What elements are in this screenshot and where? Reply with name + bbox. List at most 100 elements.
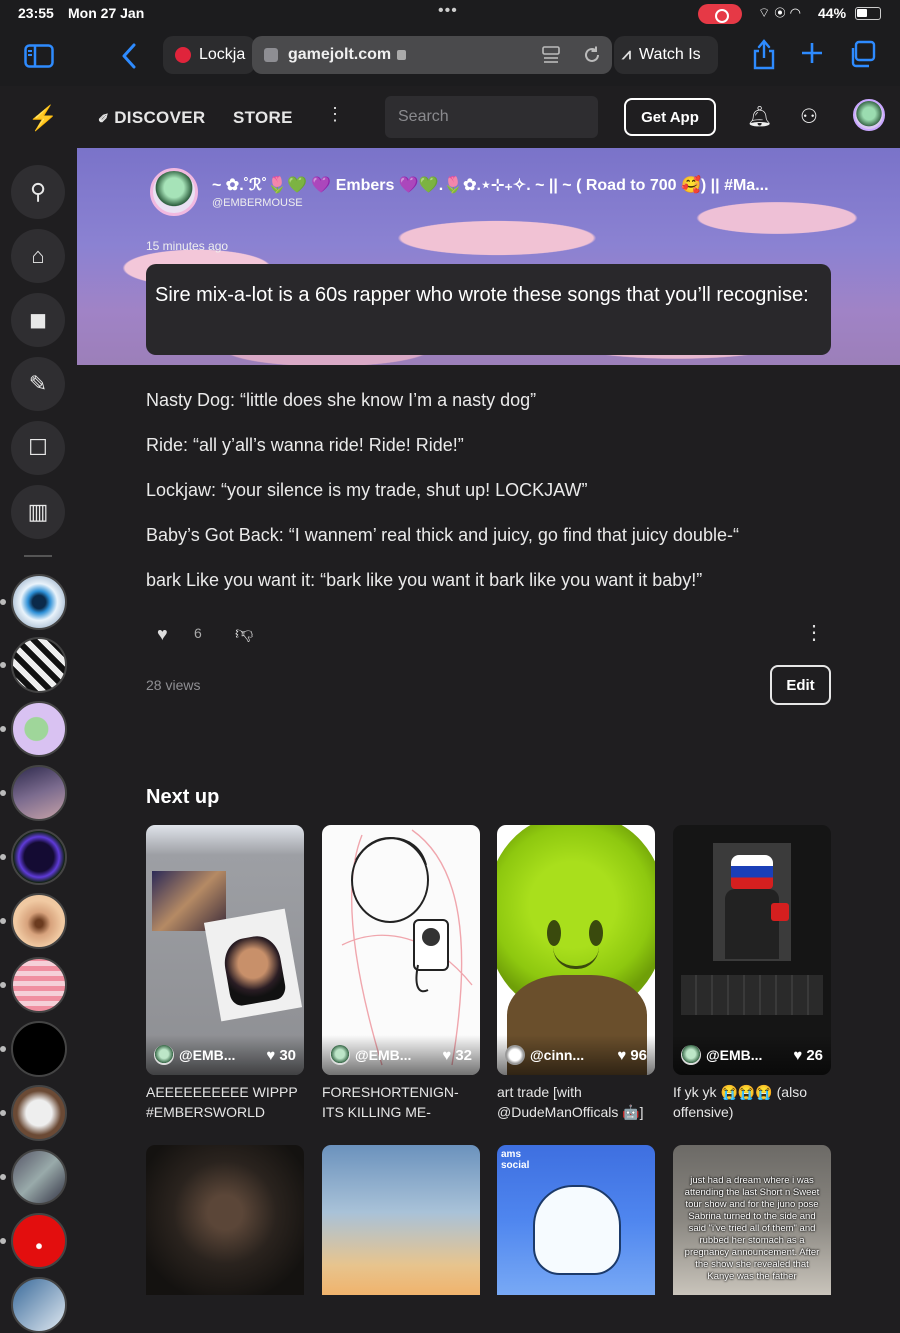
next-up-card[interactable]: [322, 1145, 480, 1295]
sidebar-item-create[interactable]: ✎: [11, 357, 65, 411]
post-lead: Sire mix-a-lot is a 60s rapper who wrote…: [146, 264, 831, 355]
next-up-card[interactable]: @EMB... ♥ 26: [673, 825, 831, 1075]
card-username[interactable]: @EMB...: [355, 1047, 417, 1063]
bell-icon[interactable]: 🔔︎: [747, 104, 772, 129]
sidebar-item-inventory[interactable]: ◼: [11, 293, 65, 347]
post-line: Lockjaw: “your silence is my trade, shut…: [146, 480, 588, 500]
community-avatar[interactable]: [11, 1277, 67, 1333]
unread-dot: [0, 1046, 6, 1052]
people-icon[interactable]: ⚇: [800, 104, 818, 129]
nav-discover[interactable]: ✐ DISCOVER: [98, 108, 205, 128]
thumbnail: [771, 903, 789, 921]
screen-record-icon[interactable]: [698, 4, 742, 24]
dislike-icon[interactable]: 👎︎: [235, 622, 253, 644]
plus-icon[interactable]: [801, 42, 823, 64]
next-up-card[interactable]: @cinn... ♥ 96: [497, 825, 655, 1075]
compass-icon: ✐: [98, 111, 110, 126]
post-line: Ride: “all y’all’s wanna ride! Ride! Rid…: [146, 435, 464, 455]
battery-icon: [855, 7, 881, 20]
post-line: Nasty Dog: “little does she know I’m a n…: [146, 390, 537, 410]
reader-icon[interactable]: [542, 46, 560, 64]
thumbnail: [547, 920, 561, 946]
next-up-card[interactable]: [146, 1145, 304, 1295]
card-like-count: 30: [279, 1046, 296, 1064]
post-body: Nasty Dog: “little does she know I’m a n…: [146, 388, 846, 613]
tab-lockjaw[interactable]: Lockja: [163, 36, 255, 74]
next-up-card[interactable]: @EMB... ♥ 30: [146, 825, 304, 1075]
site-header: ⚡ ✐ DISCOVER STORE ⋮ Get App 🔔︎ ⚇: [0, 86, 900, 148]
heart-icon: ♥: [617, 1046, 627, 1064]
get-app-button[interactable]: Get App: [624, 98, 716, 136]
address-bar-url[interactable]: gamejolt.com: [288, 46, 391, 64]
browser-toolbar: Lockja gamejolt.com ⩘ Watch Is: [0, 28, 900, 86]
nav-discover-label: DISCOVER: [114, 108, 206, 127]
card-username[interactable]: @cinn...: [530, 1047, 592, 1063]
more-icon[interactable]: ⋮: [804, 620, 824, 645]
unread-dot: [0, 1238, 6, 1244]
community-avatar[interactable]: [11, 574, 67, 630]
post-author-handle[interactable]: @EMBERMOUSE: [212, 197, 303, 209]
card-caption[interactable]: If yk yk 😭😭😭 (also offensive): [673, 1082, 833, 1122]
sidebar-item-store[interactable]: ⌂: [11, 229, 65, 283]
next-up-card[interactable]: ams social: [497, 1145, 655, 1295]
community-avatar[interactable]: [11, 701, 67, 757]
heart-icon[interactable]: ♥: [157, 624, 168, 645]
card-meta: @cinn... ♥ 96: [497, 1035, 655, 1075]
avatar: [330, 1045, 350, 1065]
kebab-menu-icon[interactable]: ⋮: [326, 104, 344, 125]
avatar: [681, 1045, 701, 1065]
community-avatar[interactable]: [11, 1085, 67, 1141]
status-date: Mon 27 Jan: [68, 5, 145, 21]
unread-dot: [0, 790, 6, 796]
avatar[interactable]: [150, 168, 198, 216]
card-username[interactable]: @EMB...: [179, 1047, 241, 1063]
community-avatar[interactable]: [11, 957, 67, 1013]
tab-gamejolt[interactable]: gamejolt.com: [252, 36, 612, 74]
bolt-icon[interactable]: ⚡: [28, 104, 58, 133]
unread-dot: [0, 918, 6, 924]
sidebar-item-library[interactable]: ▥: [11, 485, 65, 539]
share-icon[interactable]: [752, 38, 776, 70]
community-avatar[interactable]: [11, 765, 67, 821]
multitask-dots[interactable]: •••: [438, 2, 458, 20]
thumbnail: [533, 1185, 621, 1275]
community-avatar[interactable]: [11, 893, 67, 949]
heart-icon: ♥: [442, 1046, 452, 1064]
next-up-card[interactable]: @EMB... ♥ 32: [322, 825, 480, 1075]
unread-dot: [0, 1110, 6, 1116]
avatar[interactable]: [853, 99, 885, 131]
sidebar-item-activity[interactable]: ⚲: [11, 165, 65, 219]
community-avatar[interactable]: [11, 1021, 67, 1077]
view-count: 28 views: [146, 677, 201, 693]
search-input[interactable]: [385, 96, 598, 138]
thumbnail: [731, 855, 773, 889]
community-avatar[interactable]: [11, 637, 67, 693]
post-author-name[interactable]: ~ ✿.˚ℛ˚🌷💚 💜 Embers 💜💚.🌷✿.⋆⊹₊✧. ~ || ~ ( …: [212, 175, 812, 195]
sidebar-item-chat[interactable]: ☐: [11, 421, 65, 475]
next-up-card[interactable]: just had a dream where i was attending t…: [673, 1145, 831, 1295]
unread-dot: [0, 599, 6, 605]
close-tab-icon[interactable]: [264, 48, 278, 62]
card-username[interactable]: @EMB...: [706, 1047, 768, 1063]
user-activity-icon: ⚲: [29, 179, 47, 204]
edit-button[interactable]: Edit: [770, 665, 831, 705]
card-caption[interactable]: AEEEEEEEEEE WIPPP #EMBERSWORLD: [146, 1082, 306, 1122]
sidebar-icon[interactable]: [24, 44, 54, 68]
community-avatar[interactable]: [11, 1213, 67, 1269]
card-caption[interactable]: art trade [with @DudeManOfficals 🤖]: [497, 1082, 657, 1122]
reload-icon[interactable]: [582, 45, 602, 65]
back-icon[interactable]: [120, 42, 138, 70]
card-meta: @EMB... ♥ 30: [146, 1035, 304, 1075]
tab-watch[interactable]: ⩘ Watch Is: [614, 36, 718, 74]
nav-store[interactable]: STORE: [233, 108, 293, 128]
like-count: 6: [194, 625, 202, 641]
left-sidebar: ⚲ ⌂ ◼ ✎ ☐ ▥: [0, 148, 77, 1333]
backpack-icon: ◼: [28, 307, 48, 332]
card-overlay-text: ams social: [501, 1149, 530, 1171]
unread-dot: [0, 662, 6, 668]
tabs-icon[interactable]: [848, 40, 876, 68]
card-caption[interactable]: FORESHORTENIGN- ITS KILLING ME-: [322, 1082, 482, 1122]
tab-label: Lockja: [199, 46, 246, 63]
community-avatar[interactable]: [11, 829, 67, 885]
community-avatar[interactable]: [11, 1149, 67, 1205]
